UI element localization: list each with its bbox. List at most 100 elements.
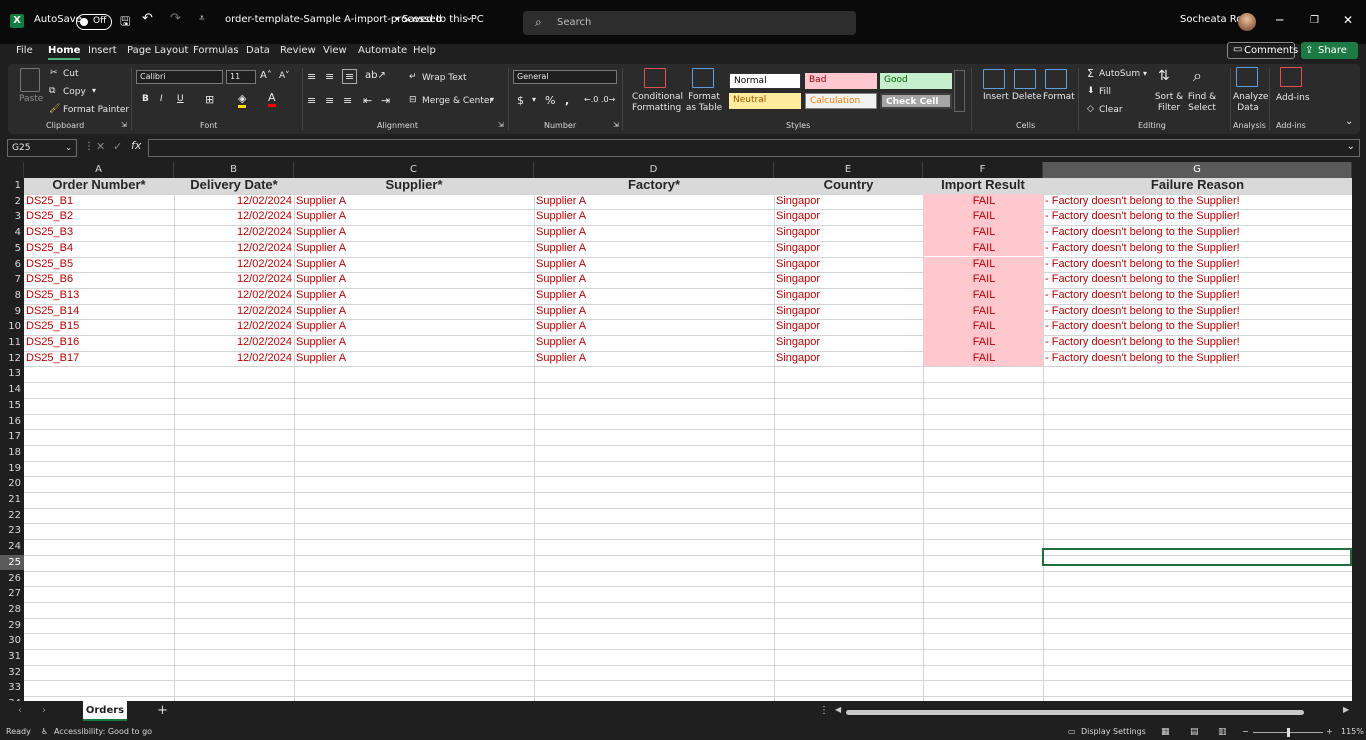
cancel-icon[interactable]: ✕ [96,140,105,153]
cell-b2[interactable]: 12/02/2024 [174,194,294,210]
styles-gallery-scroll[interactable] [954,70,965,112]
orientation-icon[interactable]: ab↗ [365,70,386,81]
align-center-icon[interactable]: ≡ [325,94,334,107]
copy-button[interactable]: Copy [63,87,86,97]
cell-f4[interactable]: FAIL [923,225,1043,241]
header-cell-f[interactable]: Import Result [923,178,1043,194]
header-cell-g[interactable]: Failure Reason [1043,178,1352,194]
chevron-down-icon[interactable]: ⌄ [465,12,473,23]
cell-d11[interactable]: Supplier A [534,335,774,351]
zoom-out-icon[interactable]: − [1242,727,1249,736]
cell-e10[interactable]: Singapor [774,319,923,335]
formula-input[interactable]: ⌄ [148,139,1360,157]
cell-g2[interactable]: - Factory doesn't belong to the Supplier… [1043,194,1352,210]
cell-e4[interactable]: Singapor [774,225,923,241]
borders-icon[interactable]: ⊞ [205,93,214,106]
clear-button[interactable]: Clear [1099,105,1123,115]
style-calculation[interactable]: Calculation [805,93,877,109]
avatar[interactable] [1238,13,1256,31]
cell-g5[interactable]: - Factory doesn't belong to the Supplier… [1043,241,1352,257]
row-header-13[interactable]: 13 [0,366,24,382]
font-size-select[interactable]: 11 [226,70,256,84]
cell-b4[interactable]: 12/02/2024 [174,225,294,241]
header-cell-d[interactable]: Factory* [534,178,774,194]
align-middle-icon[interactable]: ≡ [325,70,334,83]
cell-d3[interactable]: Supplier A [534,209,774,225]
cell-a9[interactable]: DS25_B14 [24,304,174,320]
cell-g8[interactable]: - Factory doesn't belong to the Supplier… [1043,288,1352,304]
cell-f11[interactable]: FAIL [923,335,1043,351]
cell-e6[interactable]: Singapor [774,257,923,273]
zoom-in-icon[interactable]: + [1326,727,1333,736]
decrease-indent-icon[interactable]: ⇤ [363,94,372,107]
tab-automate[interactable]: Automate [358,45,407,56]
row-header-24[interactable]: 24 [0,539,24,555]
chevron-down-icon[interactable]: ▾ [490,95,494,104]
cut-button[interactable]: Cut [63,69,79,79]
cell-a4[interactable]: DS25_B3 [24,225,174,241]
row-header-5[interactable]: 5 [0,241,24,257]
cell-g3[interactable]: - Factory doesn't belong to the Supplier… [1043,209,1352,225]
row-header-18[interactable]: 18 [0,445,24,461]
search-box[interactable]: ⌕ Search [523,11,856,35]
cell-b10[interactable]: 12/02/2024 [174,319,294,335]
conditional-formatting-button[interactable]: Conditional Formatting [632,92,683,114]
addins-button[interactable]: Add-ins [1276,93,1310,103]
row-header-11[interactable]: 11 [0,335,24,351]
analyze-data-button[interactable]: Analyze Data [1233,92,1268,114]
worksheet-grid[interactable]: A B C D E F G 1 2 3 4 5 6 7 8 9 10 11 12 13 14 15 16 17 1… [0,162,1352,701]
row-header-32[interactable]: 32 [0,665,24,681]
cell-a10[interactable]: DS25_B15 [24,319,174,335]
cell-e3[interactable]: Singapor [774,209,923,225]
paste-icon[interactable] [20,68,40,92]
fill-button[interactable]: Fill [1099,87,1111,97]
cell-c10[interactable]: Supplier A [294,319,534,335]
cell-b9[interactable]: 12/02/2024 [174,304,294,320]
decrease-font-icon[interactable]: A˅ [279,71,290,81]
delete-cells-button[interactable]: Delete [1012,92,1042,102]
column-header-f[interactable]: F [923,162,1043,178]
cell-c5[interactable]: Supplier A [294,241,534,257]
column-header-a[interactable]: A [24,162,174,178]
cell-c12[interactable]: Supplier A [294,351,534,367]
cell-f9[interactable]: FAIL [923,303,1043,320]
insert-cells-button[interactable]: Insert [983,92,1009,102]
formula-options-icon[interactable]: ⋮ [84,141,94,152]
format-cells-button[interactable]: Format [1043,92,1075,102]
find-select-button[interactable]: Find & Select [1184,92,1220,114]
cell-b12[interactable]: 12/02/2024 [174,351,294,367]
cell-g9[interactable]: - Factory doesn't belong to the Supplier… [1043,304,1352,320]
style-good[interactable]: Good [880,73,952,89]
display-settings-button[interactable]: Display Settings [1081,727,1146,736]
cell-f3[interactable]: FAIL [923,209,1043,226]
cell-a6[interactable]: DS25_B5 [24,257,174,273]
align-top-icon[interactable]: ≡ [307,70,316,83]
row-header-27[interactable]: 27 [0,586,24,602]
chevron-down-icon[interactable]: ▾ [1143,69,1147,78]
increase-font-icon[interactable]: A˄ [260,70,272,81]
cell-a5[interactable]: DS25_B4 [24,241,174,257]
cell-d10[interactable]: Supplier A [534,319,774,335]
insert-function-icon[interactable]: fx [131,139,141,152]
cell-a3[interactable]: DS25_B2 [24,209,174,225]
cell-g10[interactable]: - Factory doesn't belong to the Supplier… [1043,319,1352,335]
cell-b5[interactable]: 12/02/2024 [174,241,294,257]
format-painter-button[interactable]: Format Painter [63,105,129,115]
cell-b6[interactable]: 12/02/2024 [174,257,294,273]
cell-b11[interactable]: 12/02/2024 [174,335,294,351]
increase-indent-icon[interactable]: ⇥ [381,94,390,107]
cell-a7[interactable]: DS25_B6 [24,272,174,288]
cell-c7[interactable]: Supplier A [294,272,534,288]
cell-g4[interactable]: - Factory doesn't belong to the Supplier… [1043,225,1352,241]
sheet-tab-orders[interactable]: Orders [83,701,127,721]
cell-f5[interactable]: FAIL [923,240,1043,257]
paste-button[interactable]: Paste [19,94,43,104]
style-check-cell[interactable]: Check Cell [880,93,952,109]
undo-icon[interactable]: ↶ [142,11,153,26]
cell-d12[interactable]: Supplier A [534,351,774,367]
row-header-10[interactable]: 10 [0,319,24,335]
decrease-decimal-icon[interactable]: .0→ [601,95,615,104]
horizontal-scrollbar-thumb[interactable] [846,710,1304,715]
row-header-17[interactable]: 17 [0,429,24,445]
enter-icon[interactable]: ✓ [113,140,122,153]
